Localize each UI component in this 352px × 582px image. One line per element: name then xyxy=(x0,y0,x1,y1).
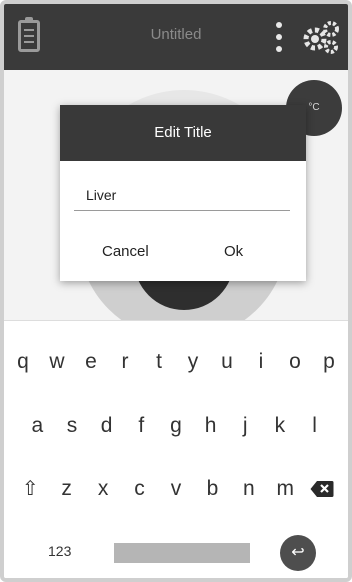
settings-gears-icon[interactable] xyxy=(302,20,340,54)
key-j[interactable]: j xyxy=(230,409,260,443)
keyboard-row-3: ⇧ z x c v b n m xyxy=(4,472,348,506)
ok-button[interactable]: Ok xyxy=(224,243,243,260)
key-e[interactable]: e xyxy=(76,345,106,379)
keyboard-row-1: q w e r t y u i o p xyxy=(4,345,348,379)
key-p[interactable]: p xyxy=(314,345,344,379)
backspace-icon xyxy=(310,481,334,497)
enter-key[interactable]: ↩ xyxy=(280,535,316,571)
more-vertical-icon[interactable] xyxy=(276,22,282,52)
key-x[interactable]: x xyxy=(88,472,118,506)
key-m[interactable]: m xyxy=(270,472,300,506)
key-l[interactable]: l xyxy=(300,409,330,443)
key-a[interactable]: a xyxy=(22,409,52,443)
key-i[interactable]: i xyxy=(246,345,276,379)
space-bar[interactable] xyxy=(114,543,250,563)
backspace-key[interactable] xyxy=(307,472,337,506)
key-o[interactable]: o xyxy=(280,345,310,379)
key-b[interactable]: b xyxy=(197,472,227,506)
key-r[interactable]: r xyxy=(110,345,140,379)
shift-key[interactable]: ⇧ xyxy=(15,472,45,506)
page-title: Untitled xyxy=(150,26,202,43)
key-n[interactable]: n xyxy=(234,472,264,506)
key-u[interactable]: u xyxy=(212,345,242,379)
key-s[interactable]: s xyxy=(57,409,87,443)
key-h[interactable]: h xyxy=(196,409,226,443)
key-w[interactable]: w xyxy=(42,345,72,379)
keyboard-row-2: a s d f g h j k l xyxy=(4,409,348,443)
key-f[interactable]: f xyxy=(126,409,156,443)
key-g[interactable]: g xyxy=(161,409,191,443)
key-t[interactable]: t xyxy=(144,345,174,379)
title-input[interactable] xyxy=(74,179,290,211)
key-y[interactable]: y xyxy=(178,345,208,379)
key-d[interactable]: d xyxy=(92,409,122,443)
key-c[interactable]: c xyxy=(125,472,155,506)
key-z[interactable]: z xyxy=(52,472,82,506)
key-v[interactable]: v xyxy=(161,472,191,506)
edit-title-dialog: Edit Title Cancel Ok xyxy=(60,105,306,281)
numbers-key[interactable]: 123 xyxy=(48,543,71,559)
key-q[interactable]: q xyxy=(8,345,38,379)
dialog-title: Edit Title xyxy=(60,105,306,161)
key-k[interactable]: k xyxy=(265,409,295,443)
cancel-button[interactable]: Cancel xyxy=(102,243,149,260)
app-frame: Untitled °C Edit Title Cancel Ok q w e r xyxy=(0,0,352,582)
on-screen-keyboard: q w e r t y u i o p a s d f g h j k l ⇧ … xyxy=(4,320,348,578)
app-bar: Untitled xyxy=(4,4,348,70)
